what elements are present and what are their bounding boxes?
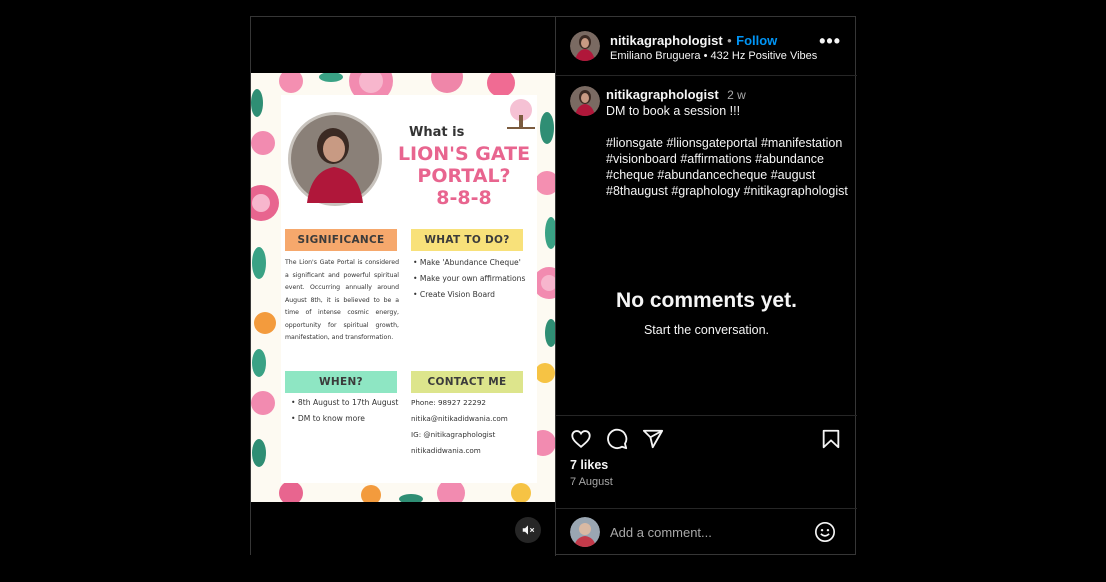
- share-icon[interactable]: [642, 428, 664, 450]
- what-to-do-list: • Make 'Abundance Cheque' • Make your ow…: [413, 255, 531, 303]
- poster-heading-line-1: LION'S GATE: [397, 143, 531, 165]
- emoji-icon[interactable]: [814, 521, 836, 543]
- what-item: • Make 'Abundance Cheque': [413, 258, 521, 267]
- caption-username[interactable]: nitikagraphologist: [606, 87, 719, 102]
- poster-heading-line-2: PORTAL?: [417, 165, 511, 187]
- avatar[interactable]: [570, 31, 600, 61]
- comment-input[interactable]: [608, 524, 802, 541]
- contact-line: Phone: 98927 22292: [411, 398, 486, 407]
- caption-area: nitikagraphologist 2 w DM to book a sess…: [556, 76, 857, 414]
- caption-time: 2 w: [727, 88, 746, 102]
- separator-dot: •: [727, 33, 732, 48]
- username[interactable]: nitikagraphologist: [610, 33, 723, 48]
- post-image[interactable]: What is LION'S GATE PORTAL? 8-8-8 SIGNIF…: [251, 73, 555, 502]
- caption-text: DM to book a session !!! #lionsgate #lii…: [606, 104, 848, 198]
- contact-list: Phone: 98927 22292 nitika@nitikadidwania…: [411, 395, 535, 459]
- what-item: • Create Vision Board: [413, 290, 495, 299]
- comment-icon[interactable]: [606, 428, 628, 450]
- contact-line: nitika@nitikadidwania.com: [411, 414, 508, 423]
- bookmark-icon[interactable]: [820, 428, 842, 450]
- likes-count[interactable]: 7 likes: [570, 458, 608, 472]
- profile-photo: [288, 112, 382, 206]
- what-to-do-pill: WHAT TO DO?: [411, 229, 523, 251]
- audio-separator: •: [703, 50, 708, 62]
- tree-logo: [507, 99, 535, 129]
- when-item: • DM to know more: [291, 414, 365, 423]
- more-options-button[interactable]: •••: [819, 32, 841, 50]
- follow-button[interactable]: Follow: [736, 33, 777, 48]
- audio-info[interactable]: Emiliano Bruguera • 432 Hz Positive Vibe…: [610, 50, 817, 62]
- more-horizontal-icon: •••: [819, 31, 841, 51]
- post-date: 7 August: [570, 476, 613, 488]
- significance-text: The Lion's Gate Portal is considered a s…: [285, 259, 399, 341]
- user-avatar: [570, 517, 600, 547]
- contact-pill: CONTACT ME: [411, 371, 523, 393]
- when-pill: WHEN?: [285, 371, 397, 393]
- poster-card: What is LION'S GATE PORTAL? 8-8-8 SIGNIF…: [281, 95, 537, 483]
- post-sidebar: nitikagraphologist • Follow Emiliano Bru…: [556, 17, 857, 556]
- heart-icon[interactable]: [570, 428, 592, 450]
- muted-speaker-icon: [522, 525, 535, 535]
- post-media: What is LION'S GATE PORTAL? 8-8-8 SIGNIF…: [251, 17, 556, 556]
- add-comment-bar: [556, 508, 857, 556]
- caption-avatar[interactable]: [570, 86, 600, 116]
- when-item: • 8th August to 17th August: [291, 398, 399, 407]
- contact-line: nitikadidwania.com: [411, 446, 481, 455]
- poster-heading-small: What is: [409, 125, 465, 140]
- significance-pill: SIGNIFICANCE: [285, 229, 397, 251]
- poster-heading-line-3: 8-8-8: [436, 187, 492, 209]
- no-comments-title: No comments yet.: [616, 289, 797, 312]
- post-modal: What is LION'S GATE PORTAL? 8-8-8 SIGNIF…: [250, 16, 857, 556]
- audio-artist: Emiliano Bruguera: [610, 50, 701, 62]
- audio-title: 432 Hz Positive Vibes: [710, 50, 818, 62]
- mute-button[interactable]: [515, 517, 541, 543]
- contact-line: IG: @nitikagraphologist: [411, 430, 496, 439]
- no-comments-subtitle: Start the conversation.: [643, 323, 770, 337]
- what-item: • Make your own affirmations: [413, 274, 526, 283]
- when-list: • 8th August to 17th August • DM to know…: [291, 395, 409, 427]
- action-bar: 7 likes 7 August: [556, 415, 857, 508]
- post-header: nitikagraphologist • Follow Emiliano Bru…: [556, 17, 857, 76]
- poster-heading: LION'S GATE PORTAL? 8-8-8: [389, 143, 539, 209]
